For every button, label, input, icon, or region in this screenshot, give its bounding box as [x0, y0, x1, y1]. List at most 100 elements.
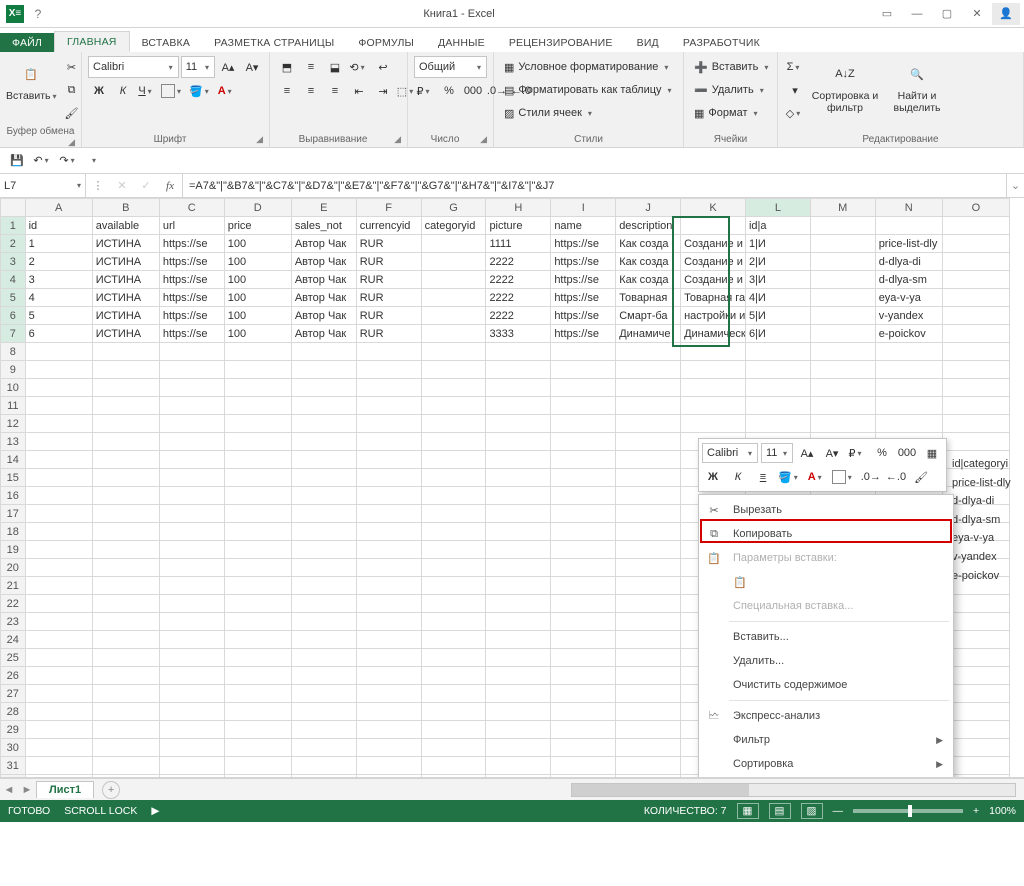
cell[interactable] — [486, 487, 551, 505]
cell[interactable] — [616, 685, 681, 703]
cell[interactable] — [421, 541, 486, 559]
cell[interactable] — [810, 217, 875, 235]
cell[interactable]: https://se — [551, 253, 616, 271]
col-header[interactable]: E — [291, 199, 356, 217]
cell[interactable] — [291, 343, 356, 361]
cell[interactable] — [616, 469, 681, 487]
cell[interactable] — [159, 343, 224, 361]
cell[interactable] — [421, 253, 486, 271]
cell[interactable] — [421, 685, 486, 703]
cell[interactable] — [486, 397, 551, 415]
row-header[interactable]: 4 — [1, 271, 26, 289]
row-header[interactable]: 11 — [1, 397, 26, 415]
row-header[interactable]: 25 — [1, 649, 26, 667]
cell[interactable] — [291, 667, 356, 685]
cell[interactable] — [291, 451, 356, 469]
cell[interactable] — [421, 505, 486, 523]
minimize-icon[interactable]: — — [902, 0, 932, 28]
cell[interactable]: 2222 — [486, 271, 551, 289]
cell[interactable]: Автор Чак — [291, 325, 356, 343]
cell[interactable] — [92, 469, 159, 487]
cell[interactable]: 1|И — [745, 235, 810, 253]
cell[interactable] — [291, 541, 356, 559]
row-header[interactable]: 8 — [1, 343, 26, 361]
cell[interactable]: url — [159, 217, 224, 235]
cell[interactable] — [291, 397, 356, 415]
cell[interactable] — [159, 559, 224, 577]
row-header[interactable]: 1 — [1, 217, 26, 235]
cell[interactable] — [551, 613, 616, 631]
cell[interactable] — [92, 721, 159, 739]
col-header[interactable]: H — [486, 199, 551, 217]
cell[interactable] — [159, 613, 224, 631]
cell[interactable] — [92, 631, 159, 649]
cell[interactable]: 4|И — [745, 289, 810, 307]
cell[interactable] — [486, 433, 551, 451]
col-header[interactable]: A — [25, 199, 92, 217]
cell[interactable]: 3 — [25, 271, 92, 289]
tab-file[interactable]: ФАЙЛ — [0, 33, 54, 52]
col-header[interactable]: M — [810, 199, 875, 217]
cell[interactable] — [224, 559, 291, 577]
orientation-icon[interactable]: ⟲▾ — [348, 56, 370, 78]
cell[interactable] — [356, 757, 421, 775]
cell[interactable]: 100 — [224, 253, 291, 271]
cell[interactable] — [92, 451, 159, 469]
cell[interactable]: price — [224, 217, 291, 235]
mini-dec-decimal-icon[interactable]: ←.0 — [885, 466, 907, 488]
cell[interactable]: 2|И — [745, 253, 810, 271]
cell[interactable] — [224, 415, 291, 433]
cell[interactable]: id — [25, 217, 92, 235]
help-icon[interactable]: ? — [30, 7, 46, 21]
cell[interactable] — [159, 397, 224, 415]
cell[interactable]: https://se — [551, 289, 616, 307]
cell[interactable] — [356, 451, 421, 469]
cell[interactable]: https://se — [159, 325, 224, 343]
ctx-quick-analysis[interactable]: 🗠Экспресс-анализ — [699, 704, 953, 728]
align-bottom-icon[interactable]: ⬓ — [324, 56, 346, 78]
cell[interactable] — [291, 361, 356, 379]
cell[interactable] — [224, 361, 291, 379]
align-left-icon[interactable]: ≡ — [276, 80, 298, 102]
cell[interactable] — [25, 487, 92, 505]
cell[interactable] — [486, 505, 551, 523]
format-as-table-button[interactable]: ▤ Форматировать как таблицу▾ — [500, 79, 677, 101]
cell[interactable] — [224, 469, 291, 487]
cell[interactable] — [92, 541, 159, 559]
cell[interactable] — [810, 415, 875, 433]
cell[interactable] — [25, 397, 92, 415]
cell[interactable]: ИСТИНА — [92, 271, 159, 289]
cell[interactable] — [486, 469, 551, 487]
cell[interactable] — [159, 361, 224, 379]
italic-icon[interactable]: К — [112, 80, 134, 102]
sheet-nav-prev-icon[interactable]: ◄ — [0, 784, 18, 796]
cell[interactable] — [551, 649, 616, 667]
cell[interactable]: RUR — [356, 307, 421, 325]
cell[interactable] — [291, 559, 356, 577]
cell[interactable] — [356, 685, 421, 703]
cell[interactable] — [224, 523, 291, 541]
qat-undo-icon[interactable]: ↶▾ — [32, 150, 54, 172]
cell[interactable] — [421, 721, 486, 739]
cell[interactable]: v-yandex — [875, 307, 942, 325]
row-header[interactable]: 13 — [1, 433, 26, 451]
wrap-text-icon[interactable]: ↩ — [372, 56, 394, 78]
new-sheet-icon[interactable]: + — [102, 781, 120, 799]
row-header[interactable]: 29 — [1, 721, 26, 739]
cell[interactable] — [224, 721, 291, 739]
cell[interactable] — [224, 343, 291, 361]
cell[interactable] — [551, 505, 616, 523]
mini-italic-icon[interactable]: К — [727, 466, 749, 488]
cell[interactable] — [486, 523, 551, 541]
cell[interactable]: 100 — [224, 235, 291, 253]
number-format-combo[interactable]: Общий▾ — [414, 56, 487, 78]
cell[interactable] — [159, 451, 224, 469]
cell-styles-button[interactable]: ▨ Стили ячеек▾ — [500, 102, 677, 124]
cell[interactable] — [810, 253, 875, 271]
cell[interactable]: name — [551, 217, 616, 235]
ctx-cut[interactable]: ✂Вырезать — [699, 498, 953, 522]
cell[interactable] — [224, 379, 291, 397]
cell[interactable]: Товарная галерея в — [681, 289, 746, 307]
cell[interactable] — [875, 343, 942, 361]
ctx-filter[interactable]: Фильтр▶ — [699, 728, 953, 752]
